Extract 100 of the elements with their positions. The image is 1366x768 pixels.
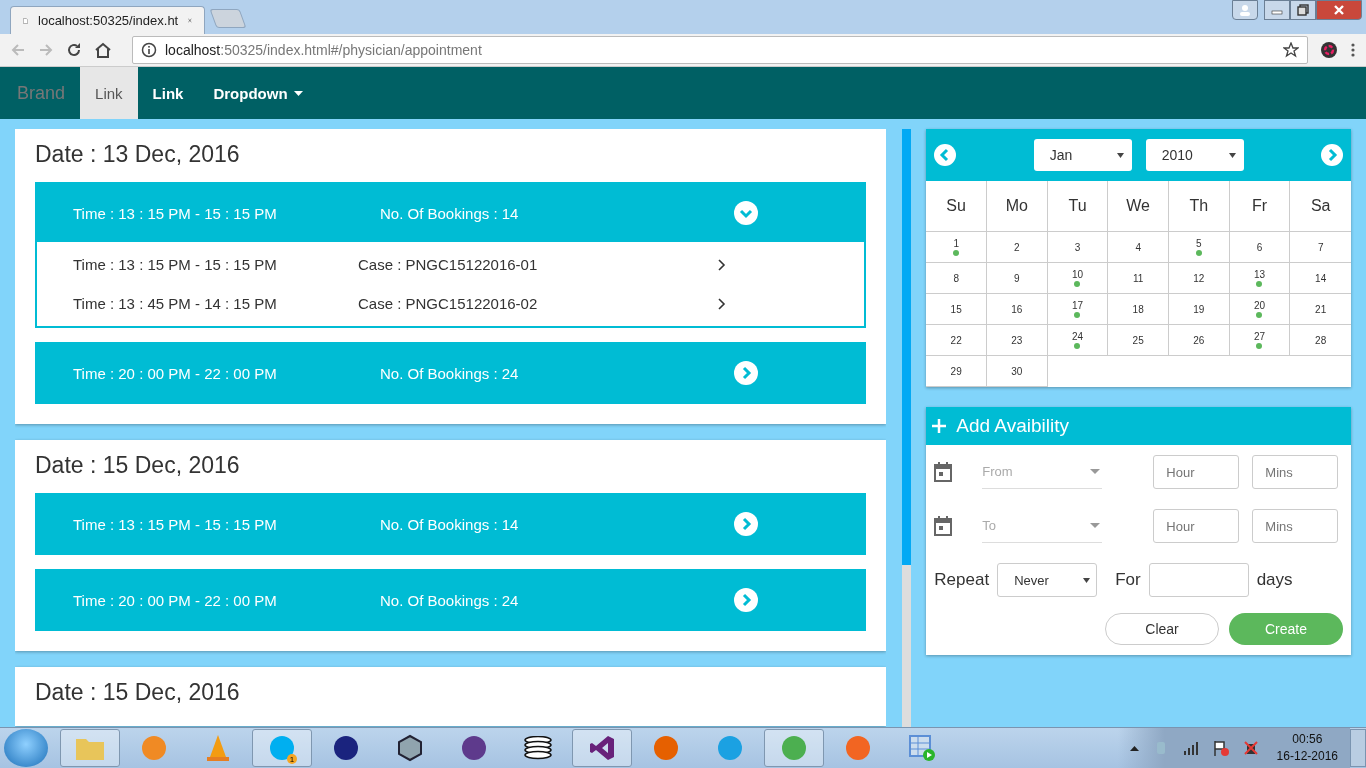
day-cell[interactable]: 9 — [987, 263, 1048, 294]
day-cell[interactable]: 4 — [1108, 232, 1169, 263]
nav-link[interactable]: Link — [80, 67, 138, 119]
day-cell[interactable]: 3 — [1047, 232, 1109, 263]
close-button[interactable] — [1316, 0, 1362, 20]
maximize-button[interactable] — [1290, 0, 1316, 20]
calendar-icon[interactable] — [934, 462, 953, 482]
show-hidden-icons-icon[interactable] — [1129, 745, 1139, 751]
day-cell[interactable]: 6 — [1229, 232, 1291, 263]
cone-icon — [205, 734, 231, 762]
days-field[interactable] — [1148, 563, 1249, 597]
for-label: For — [1115, 570, 1141, 590]
taskbar-app-button[interactable] — [572, 729, 632, 767]
flag-icon[interactable] — [1212, 740, 1229, 756]
day-cell[interactable]: 21 — [1290, 294, 1351, 325]
plus-icon — [932, 419, 947, 433]
day-cell[interactable]: 8 — [926, 263, 987, 294]
weekday-header: We — [1108, 181, 1169, 232]
slot-time: Time : 13 : 15 PM - 15 : 15 PM — [73, 204, 278, 222]
forward-icon[interactable] — [38, 42, 54, 58]
taskbar-app-button[interactable]: 1 — [252, 729, 312, 767]
scrollbar[interactable] — [902, 129, 912, 727]
day-cell[interactable]: 10 — [1047, 263, 1109, 294]
nav-link[interactable]: Link — [137, 67, 199, 119]
hour-field[interactable]: Hour — [1153, 509, 1240, 543]
minimize-button[interactable] — [1264, 0, 1290, 20]
hour-field[interactable]: Hour — [1153, 455, 1240, 489]
day-cell[interactable]: 1 — [926, 232, 987, 263]
previous-month-icon[interactable] — [934, 144, 957, 166]
expand-icon[interactable] — [734, 588, 759, 612]
cube-icon — [396, 734, 424, 762]
day-cell[interactable]: 7 — [1290, 232, 1351, 263]
weekday-header: Sa — [1290, 181, 1351, 232]
day-cell[interactable]: 2 — [987, 232, 1048, 263]
day-cell[interactable]: 19 — [1169, 294, 1230, 325]
app-icon — [460, 734, 488, 762]
day-cell[interactable]: 25 — [1108, 325, 1169, 356]
case-row[interactable]: Time : 13 : 15 PM - 15 : 15 PM Case : PNGC15122016-01 — [73, 256, 829, 273]
expand-icon[interactable] — [734, 361, 759, 385]
day-cell[interactable]: 5 — [1169, 232, 1230, 263]
day-cell[interactable]: 15 — [926, 294, 987, 325]
day-cell[interactable]: 27 — [1229, 325, 1291, 356]
day-cell[interactable]: 12 — [1169, 263, 1230, 294]
star-icon[interactable] — [1283, 42, 1299, 58]
chevron-right-icon — [718, 297, 726, 310]
weekday-header: Su — [926, 181, 987, 232]
app-icon — [844, 734, 872, 762]
year-select[interactable]: 2010 — [1145, 139, 1244, 171]
weekday-header: Th — [1169, 181, 1230, 232]
address-bar[interactable]: localhost:50325/index.html#/physician/appointment — [132, 36, 1308, 64]
restore-icon — [1297, 4, 1309, 16]
home-icon[interactable] — [94, 42, 112, 58]
day-cell[interactable]: 28 — [1290, 325, 1351, 356]
signal-bars-icon[interactable] — [1182, 741, 1199, 755]
database-icon — [523, 736, 553, 760]
day-date: Date : 15 Dec, 2016 — [35, 679, 241, 706]
start-button[interactable] — [4, 729, 48, 767]
day-cell[interactable]: 16 — [987, 294, 1048, 325]
card-title: Add Avaibility — [956, 415, 1069, 437]
browser-tab[interactable]: localhost:50325/index.ht — [10, 6, 205, 34]
clear-button[interactable]: Clear — [1105, 613, 1219, 645]
day-cell[interactable]: 13 — [1229, 263, 1291, 294]
app-icon — [716, 734, 744, 762]
back-icon[interactable] — [10, 42, 26, 58]
nav-dropdown[interactable]: Dropdown — [198, 67, 318, 119]
person-icon — [1239, 4, 1251, 16]
minutes-field[interactable]: Mins — [1252, 509, 1339, 543]
day-cell[interactable]: 20 — [1229, 294, 1291, 325]
app-icon — [140, 734, 168, 762]
slot-time: Time : 13 : 15 PM - 15 : 15 PM — [73, 515, 278, 533]
weekday-header: Tu — [1047, 181, 1109, 232]
day-cell[interactable]: 14 — [1290, 263, 1351, 294]
minutes-field[interactable]: Mins — [1252, 455, 1339, 489]
reload-icon[interactable] — [66, 42, 82, 58]
show-desktop-button[interactable] — [1350, 729, 1366, 767]
day-cell[interactable]: 29 — [926, 356, 987, 387]
day-cell[interactable]: 26 — [1169, 325, 1230, 356]
day-cell[interactable]: 22 — [926, 325, 987, 356]
scrollbar-thumb[interactable] — [902, 129, 912, 565]
menu-icon[interactable] — [1350, 42, 1356, 58]
calendar-icon[interactable] — [934, 516, 953, 536]
app-icon — [652, 734, 680, 762]
case-row[interactable]: Time : 13 : 45 PM - 14 : 15 PM Case : PNGC15122016-02 — [73, 295, 829, 312]
expand-icon[interactable] — [734, 512, 759, 536]
day-cell[interactable]: 24 — [1047, 325, 1109, 356]
month-select[interactable]: Jan — [1033, 139, 1132, 171]
next-month-icon[interactable] — [1321, 144, 1343, 166]
collapse-icon[interactable] — [734, 201, 759, 225]
repeat-select[interactable]: Never — [997, 563, 1098, 597]
profile-button[interactable] — [1232, 0, 1258, 20]
day-cell[interactable]: 23 — [987, 325, 1048, 356]
app-icon — [268, 734, 296, 762]
power-plug-icon[interactable] — [1242, 740, 1259, 756]
day-cell[interactable]: 30 — [987, 356, 1048, 387]
day-cell[interactable]: 17 — [1047, 294, 1109, 325]
days-label: days — [1256, 570, 1293, 590]
extension-icon[interactable] — [1320, 41, 1338, 59]
caret-icon — [1090, 523, 1101, 528]
day-cell[interactable]: 11 — [1108, 263, 1169, 294]
day-cell[interactable]: 18 — [1108, 294, 1169, 325]
